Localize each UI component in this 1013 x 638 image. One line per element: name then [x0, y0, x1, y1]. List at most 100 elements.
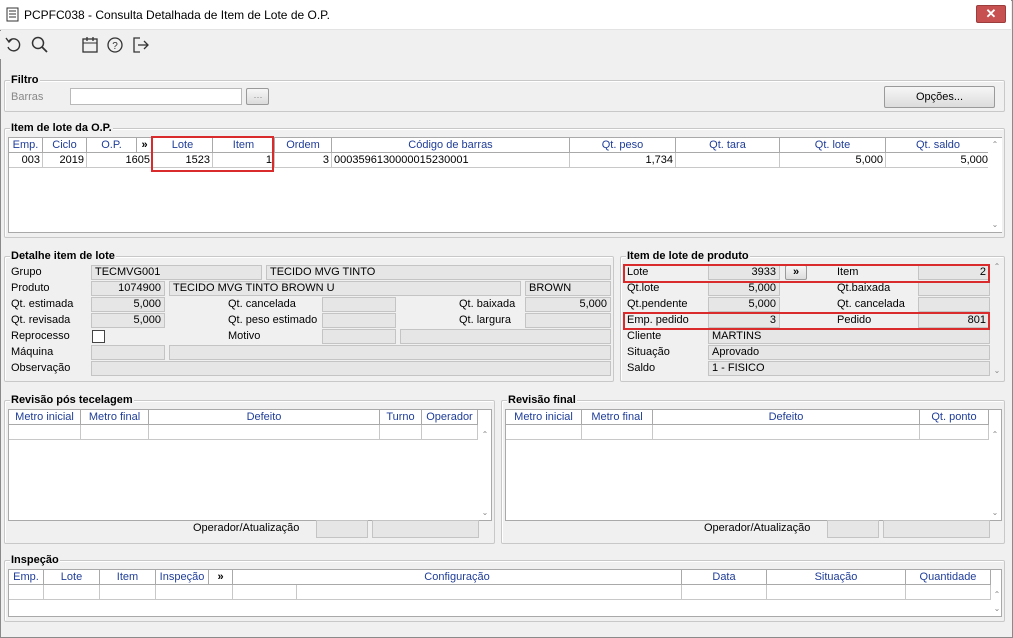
svg-text:⋯: ⋯: [253, 92, 262, 102]
scroll-down-icon[interactable]: ⌄: [989, 508, 1001, 518]
document-icon: [6, 7, 19, 22]
scroll-up-icon[interactable]: ⌃: [479, 430, 491, 440]
table-cell: [100, 585, 156, 600]
lote-detail-button[interactable]: »: [785, 265, 807, 280]
maquina-code-field: [91, 345, 165, 360]
cell-codigo-barras: 0003596130000015230001: [332, 153, 570, 168]
scroll-up-icon[interactable]: ⌃: [989, 140, 1001, 150]
col-operador[interactable]: Operador: [422, 410, 478, 425]
window-title: PCPFC038 - Consulta Detalhada de Item de…: [24, 8, 330, 22]
table-cell: [297, 585, 682, 600]
operador-atualizacao-label: Operador/Atualização: [704, 522, 811, 534]
col-ciclo[interactable]: Ciclo: [43, 138, 87, 153]
observacao-field: [91, 361, 611, 376]
lote-label: Lote: [627, 266, 649, 278]
col-metro-inicial[interactable]: Metro inicial: [506, 410, 582, 425]
lote-field: 3933: [708, 265, 780, 280]
cell-emp: 003: [9, 153, 43, 168]
observacao-label: Observação: [11, 362, 71, 374]
filtro-title: Filtro: [10, 74, 40, 86]
maquina-desc-field: [169, 345, 611, 360]
col-emp[interactable]: Emp.: [9, 138, 43, 153]
barras-lookup-button[interactable]: ⋯: [246, 88, 269, 105]
col-lote[interactable]: Lote: [44, 570, 100, 585]
col-emp[interactable]: Emp.: [9, 570, 44, 585]
col-lote[interactable]: Lote: [153, 138, 213, 153]
scroll-up-icon[interactable]: ⌃: [991, 590, 1003, 600]
produto-scroll-up-icon[interactable]: ⌃: [991, 262, 1003, 272]
col-op[interactable]: O.P.: [87, 138, 137, 153]
produto-scroll-down-icon[interactable]: ⌄: [991, 366, 1003, 376]
scroll-down-icon[interactable]: ⌄: [991, 604, 1003, 614]
close-icon: ✕: [985, 6, 997, 21]
col-data[interactable]: Data: [682, 570, 767, 585]
col-metro-inicial[interactable]: Metro inicial: [9, 410, 81, 425]
revisao-tecelagem-title: Revisão pós tecelagem: [10, 394, 134, 406]
col-codigo-barras[interactable]: Código de barras: [332, 138, 570, 153]
col-turno[interactable]: Turno: [380, 410, 422, 425]
item-lote-op-title: Item de lote da O.P.: [10, 122, 113, 134]
col-expand[interactable]: »: [209, 570, 233, 585]
calendar-icon[interactable]: [80, 35, 100, 55]
item-lote-op-grid[interactable]: Emp. Ciclo O.P. » Lote Item Ordem Código…: [8, 137, 1002, 233]
col-situacao[interactable]: Situação: [767, 570, 906, 585]
col-item[interactable]: Item: [100, 570, 156, 585]
refresh-icon[interactable]: [4, 35, 24, 55]
col-inspecao[interactable]: Inspeção: [156, 570, 209, 585]
svg-text:?: ?: [112, 41, 118, 52]
table-cell: [149, 425, 380, 440]
col-qt-peso[interactable]: Qt. peso: [570, 138, 676, 153]
cliente-field: MARTINS: [708, 329, 990, 344]
barras-input[interactable]: [70, 88, 242, 105]
emp-pedido-label: Emp. pedido: [627, 314, 689, 326]
col-qt-ponto[interactable]: Qt. ponto: [920, 410, 989, 425]
search-icon[interactable]: [30, 35, 50, 55]
qt-revisada-field: 5,000: [91, 313, 165, 328]
scroll-up-icon[interactable]: ⌃: [989, 430, 1001, 440]
scroll-down-icon[interactable]: ⌄: [479, 508, 491, 518]
table-cell: [653, 425, 920, 440]
reprocesso-checkbox[interactable]: [92, 330, 105, 343]
close-button[interactable]: ✕: [976, 5, 1006, 23]
col-defeito[interactable]: Defeito: [653, 410, 920, 425]
col-defeito[interactable]: Defeito: [149, 410, 380, 425]
scroll-down-icon[interactable]: ⌄: [989, 220, 1001, 230]
toolbar: ?: [0, 31, 1011, 59]
reprocesso-label: Reprocesso: [11, 330, 70, 342]
col-metro-final[interactable]: Metro final: [81, 410, 149, 425]
table-cell: [44, 585, 100, 600]
col-ordem[interactable]: Ordem: [275, 138, 332, 153]
detalhe-title: Detalhe item de lote: [10, 250, 116, 262]
table-cell: [422, 425, 478, 440]
col-expand[interactable]: »: [137, 138, 153, 153]
pedido-label: Pedido: [837, 314, 872, 326]
col-metro-final[interactable]: Metro final: [582, 410, 653, 425]
item-lote-op-scrollbar[interactable]: ⌃ ⌄: [988, 138, 1002, 232]
inspecao-grid[interactable]: Emp. Lote Item Inspeção » Configuração D…: [8, 569, 1002, 617]
motivo-code-field: [322, 329, 396, 344]
cell-qt-saldo: 5,000: [886, 153, 991, 168]
atualizacao-field: [883, 520, 990, 538]
opcoes-button[interactable]: Opções...: [884, 86, 995, 108]
double-chevron-icon: »: [792, 266, 800, 278]
cell-qt-lote: 5,000: [780, 153, 886, 168]
col-qt-tara[interactable]: Qt. tara: [676, 138, 780, 153]
table-cell: [582, 425, 653, 440]
col-qt-lote[interactable]: Qt. lote: [780, 138, 886, 153]
col-qt-saldo[interactable]: Qt. saldo: [886, 138, 991, 153]
qt-revisada-label: Qt. revisada: [11, 314, 71, 326]
col-item[interactable]: Item: [213, 138, 275, 153]
inspecao-title: Inspeção: [10, 554, 60, 566]
cell-qt-peso: 1,734: [570, 153, 676, 168]
situacao-field: Aprovado: [708, 345, 990, 360]
grupo-code-field: TECMVG001: [91, 265, 262, 280]
help-icon[interactable]: ?: [105, 35, 125, 55]
exit-icon[interactable]: [131, 35, 151, 55]
produto-code-field: 1074900: [91, 281, 165, 296]
cell-lote: 1523: [153, 153, 213, 168]
qtcancelada-field: [918, 297, 990, 312]
revisao-tecelagem-grid[interactable]: Metro inicial Metro final Defeito Turno …: [8, 409, 492, 521]
revisao-final-grid[interactable]: Metro inicial Metro final Defeito Qt. po…: [505, 409, 1002, 521]
col-configuracao[interactable]: Configuração: [233, 570, 682, 585]
col-quantidade[interactable]: Quantidade: [906, 570, 991, 585]
